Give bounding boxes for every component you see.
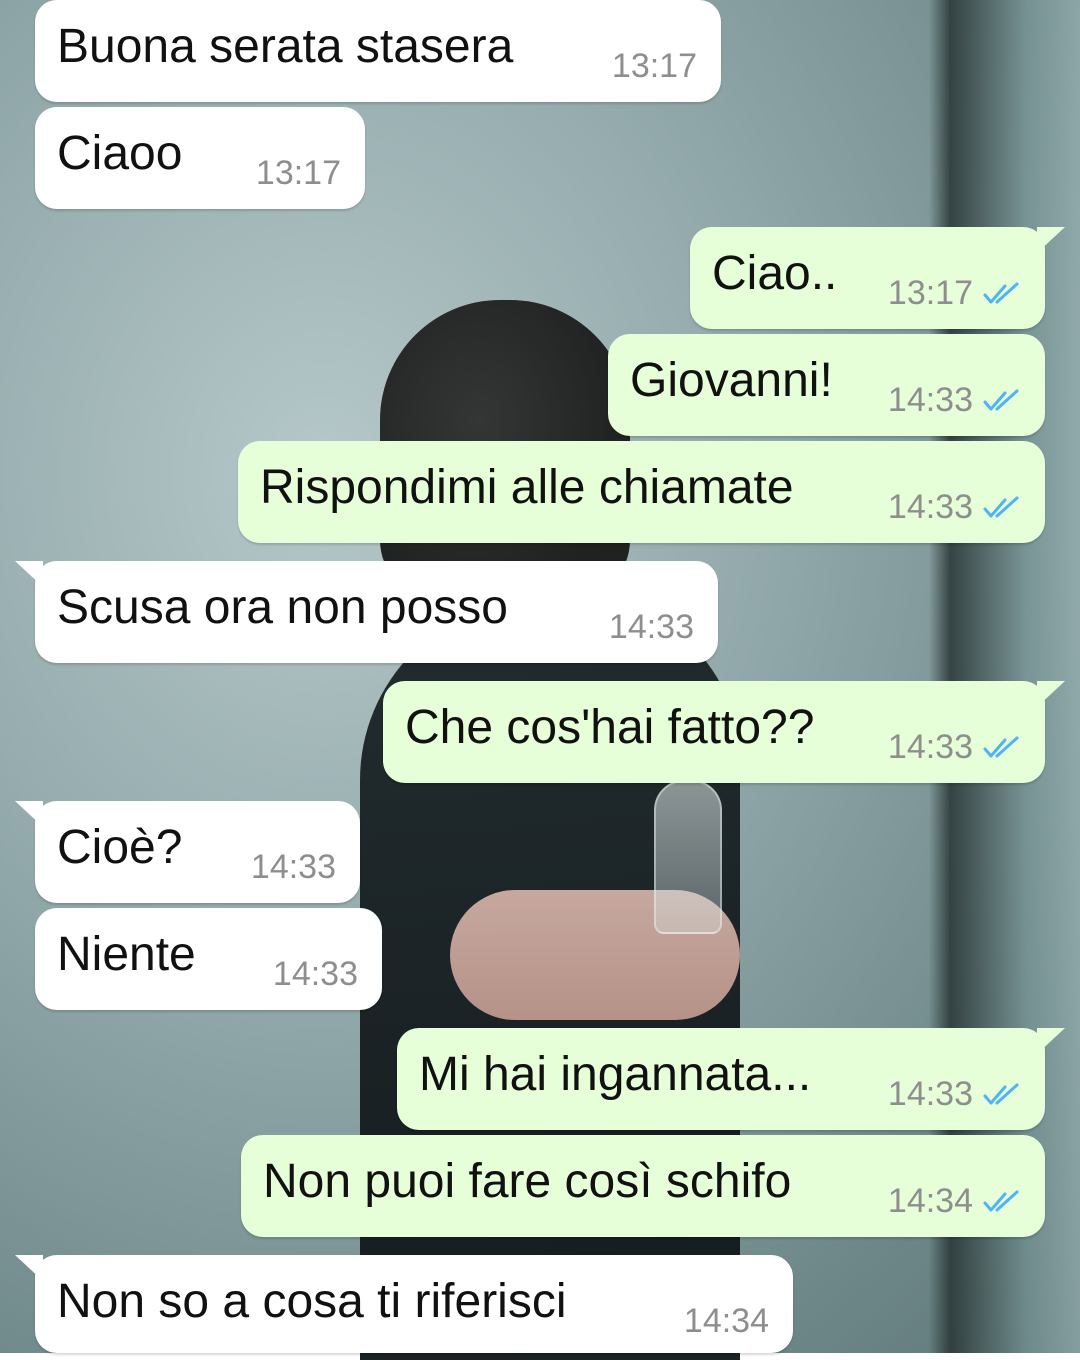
message-meta: 14:33 xyxy=(888,488,1021,527)
message-time: 13:17 xyxy=(255,154,341,192)
message-meta: 14:33 xyxy=(888,381,1021,420)
message-meta: 14:33 xyxy=(888,1075,1021,1114)
message-bubble-incoming[interactable]: Niente 14:33 xyxy=(35,908,382,1010)
message-bubble-outgoing[interactable]: Mi hai ingannata... 14:33 xyxy=(397,1028,1065,1130)
double-check-read-icon xyxy=(983,1190,1019,1211)
message-time: 14:33 xyxy=(887,488,973,526)
message-text: Cioè? xyxy=(57,821,183,874)
message-text: Non puoi fare così schifo xyxy=(263,1155,792,1208)
message-meta: 14:33 xyxy=(609,608,694,647)
double-check-read-icon xyxy=(983,736,1019,757)
message-meta: 13:17 xyxy=(612,47,697,86)
message-text: Che cos'hai fatto?? xyxy=(405,701,815,754)
message-meta: 13:17 xyxy=(256,154,341,193)
message-time: 13:17 xyxy=(887,274,973,312)
message-time: 14:33 xyxy=(887,1075,973,1113)
double-check-read-icon xyxy=(983,496,1019,517)
message-meta: 14:33 xyxy=(251,848,336,887)
message-bubble-outgoing[interactable]: Non puoi fare così schifo 14:34 xyxy=(241,1135,1045,1237)
message-bubble-incoming[interactable]: Ciaoo 13:17 xyxy=(35,107,365,209)
message-time: 14:33 xyxy=(272,955,358,993)
message-meta: 13:17 xyxy=(888,274,1021,313)
message-text: Mi hai ingannata... xyxy=(419,1048,812,1101)
message-meta: 14:33 xyxy=(888,728,1021,767)
message-time: 14:34 xyxy=(887,1182,973,1220)
message-bubble-incoming[interactable]: Non so a cosa ti riferisci 14:34 xyxy=(15,1255,793,1353)
double-check-read-icon xyxy=(983,389,1019,410)
message-text: Niente xyxy=(57,928,196,981)
message-bubble-outgoing[interactable]: Che cos'hai fatto?? 14:33 xyxy=(383,681,1065,783)
message-meta: 14:34 xyxy=(684,1302,769,1341)
message-bubble-outgoing[interactable]: Ciao.. 13:17 xyxy=(690,227,1065,329)
message-bubble-outgoing[interactable]: Rispondimi alle chiamate 14:33 xyxy=(238,441,1045,543)
message-text: Buona serata stasera xyxy=(57,20,514,73)
message-meta: 14:34 xyxy=(888,1182,1021,1221)
message-text: Ciaoo xyxy=(57,127,183,180)
message-time: 14:33 xyxy=(250,848,336,886)
message-time: 14:34 xyxy=(683,1302,769,1340)
message-text: Rispondimi alle chiamate xyxy=(260,461,794,514)
message-time: 14:33 xyxy=(887,381,973,419)
message-meta: 14:33 xyxy=(273,955,358,994)
message-bubble-incoming[interactable]: Scusa ora non posso 14:33 xyxy=(15,561,718,663)
message-text: Ciao.. xyxy=(712,247,838,300)
message-bubble-incoming[interactable]: Cioè? 14:33 xyxy=(15,801,360,903)
double-check-read-icon xyxy=(983,282,1019,303)
message-time: 14:33 xyxy=(887,728,973,766)
message-text: Scusa ora non posso xyxy=(57,581,508,634)
message-text: Giovanni! xyxy=(630,354,833,407)
message-bubble-outgoing[interactable]: Giovanni! 14:33 xyxy=(608,334,1045,436)
double-check-read-icon xyxy=(983,1083,1019,1104)
message-time: 13:17 xyxy=(611,47,697,85)
message-bubble-incoming[interactable]: Buona serata stasera 13:17 xyxy=(35,0,721,102)
message-text: Non so a cosa ti riferisci xyxy=(57,1275,567,1328)
message-time: 14:33 xyxy=(608,608,694,646)
chat-message-list[interactable]: Buona serata stasera 13:17 Ciaoo 13:17 C… xyxy=(0,0,1080,1353)
